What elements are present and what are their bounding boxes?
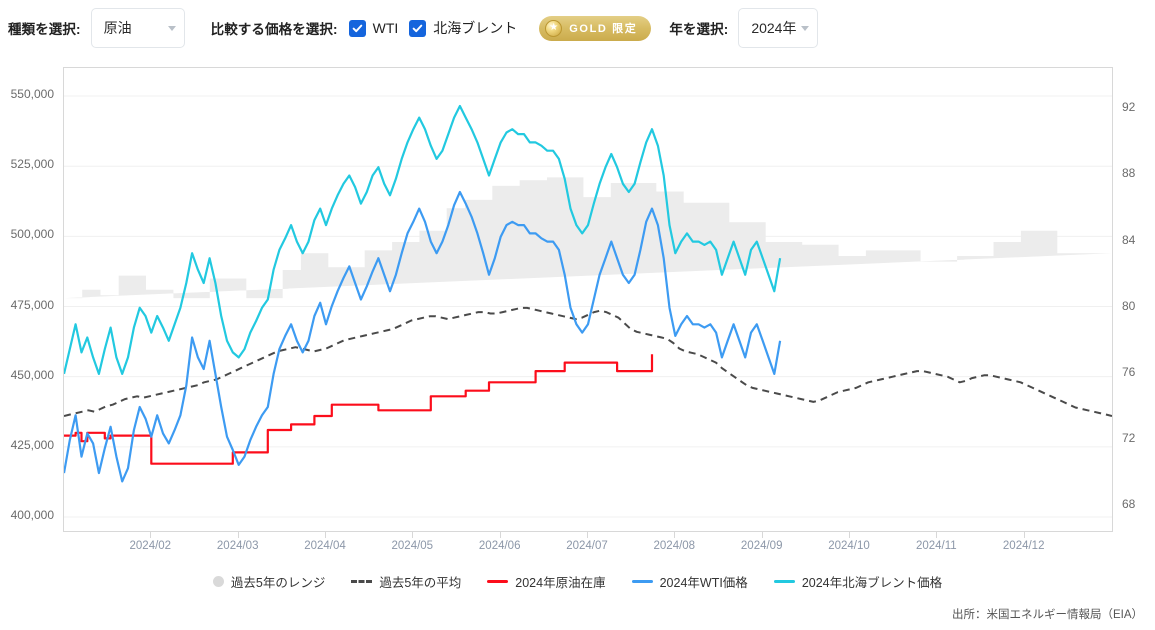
legend-item-label: 過去5年のレンジ (230, 576, 326, 590)
legend-dash-icon (351, 580, 373, 583)
legend-line-icon (631, 580, 653, 583)
x-axis-tick-mark (1023, 532, 1025, 538)
type-select[interactable]: 原油 (90, 8, 185, 48)
x-axis-tick-label: 2024/02 (129, 540, 172, 552)
compare-price-label: 比較する価格を選択: (210, 22, 338, 37)
y-axis-right-tick: 72 (1122, 431, 1136, 446)
plot-frame (63, 67, 1113, 532)
x-axis-tick-label: 2024/11 (915, 540, 957, 552)
x-axis-tick-mark (499, 532, 501, 538)
y-axis-right-tick: 92 (1122, 100, 1136, 115)
checkbox-brent-label: 北海ブレント (433, 20, 518, 36)
gold-badge-label: GOLD 限定 (569, 23, 638, 35)
y-axis-left-tick: 450,000 (10, 367, 54, 382)
x-axis-tick-label: 2024/12 (1002, 540, 1045, 552)
y-axis-right-tick: 68 (1122, 497, 1136, 512)
x-axis-tick-mark (150, 532, 152, 538)
x-axis-tick-mark (761, 532, 763, 538)
checkbox-checked-icon (348, 19, 366, 37)
x-axis-tick-mark (237, 532, 239, 538)
medal-icon: ★ (545, 19, 563, 37)
x-axis-tick-label: 2024/04 (304, 540, 346, 552)
year-select[interactable]: 2024年 (738, 8, 819, 48)
x-axis-tick-mark (587, 532, 588, 538)
legend-item-label: 2024年WTI価格 (659, 576, 748, 590)
x-axis-tick-label: 2024/03 (216, 540, 259, 552)
legend-item[interactable]: 2024年北海ブレント価格 (773, 572, 943, 591)
y-axis-right-tick: 76 (1122, 364, 1136, 379)
x-axis-tick-mark (325, 532, 326, 538)
y-axis-left-tick: 475,000 (10, 297, 54, 312)
x-axis-tick-mark (412, 532, 414, 538)
x-axis-tick-label: 2024/05 (391, 540, 434, 552)
x-axis-tick-label: 2024/07 (566, 540, 608, 552)
legend-line-icon (773, 580, 795, 583)
legend-item[interactable]: 過去5年のレンジ (212, 572, 326, 591)
chart-canvas (64, 95, 1112, 518)
x-axis-tick-label: 2024/10 (828, 540, 870, 552)
legend-item-label: 2024年原油在庫 (515, 576, 606, 590)
y-axis-left-tick: 500,000 (10, 227, 54, 242)
y-axis-left-tick: 400,000 (10, 507, 54, 522)
controls-toolbar: 種類を選択: 原油 比較する価格を選択: WTI 北海ブレント ★ GOLD 限… (0, 0, 1155, 56)
source-note: 出所：米国エネルギー情報局（EIA） (951, 609, 1143, 621)
checkbox-brent[interactable]: 北海ブレント (409, 18, 517, 38)
legend-item[interactable]: 2024年原油在庫 (487, 572, 606, 591)
chart-legend: 過去5年のレンジ 過去5年の平均 2024年原油在庫 2024年WTI価格 2024年北… (0, 572, 1155, 591)
y-axis-left-tick: 525,000 (10, 157, 54, 172)
y-axis-left-tick: 550,000 (10, 87, 54, 102)
y-axis-left-tick: 425,000 (10, 437, 54, 452)
chevron-down-icon (167, 25, 176, 31)
legend-line-icon (487, 580, 509, 583)
x-axis-tick-mark (849, 532, 850, 538)
legend-item[interactable]: 過去5年の平均 (351, 572, 461, 591)
legend-item[interactable]: 2024年WTI価格 (631, 572, 748, 591)
x-axis-tick-label: 2024/08 (653, 540, 696, 552)
year-select-label: 年を選択: (669, 22, 729, 37)
legend-item-label: 過去5年の平均 (379, 576, 462, 590)
checkbox-checked-icon (409, 19, 427, 37)
x-axis-tick-label: 2024/09 (740, 540, 783, 552)
x-axis-tick-mark (674, 532, 676, 538)
chart-area: 400,000 425,000 450,000 475,000 500,000 525,0… (0, 56, 1155, 576)
checkbox-wti[interactable]: WTI (348, 19, 399, 37)
checkbox-wti-label: WTI (372, 20, 399, 36)
y-axis-right-tick: 84 (1122, 232, 1136, 247)
chevron-down-icon (801, 25, 810, 31)
gold-members-badge: ★ GOLD 限定 (539, 15, 652, 41)
y-axis-right-tick: 80 (1122, 298, 1136, 313)
year-select-value: 2024年 (751, 20, 797, 36)
y-axis-right-tick: 88 (1122, 166, 1136, 181)
x-axis-tick-mark (936, 532, 938, 538)
x-axis-tick-label: 2024/06 (478, 540, 521, 552)
legend-item-label: 2024年北海ブレント価格 (801, 576, 943, 590)
type-select-label: 種類を選択: (8, 22, 81, 37)
type-select-value: 原油 (103, 20, 132, 36)
legend-dot-icon (212, 576, 224, 587)
